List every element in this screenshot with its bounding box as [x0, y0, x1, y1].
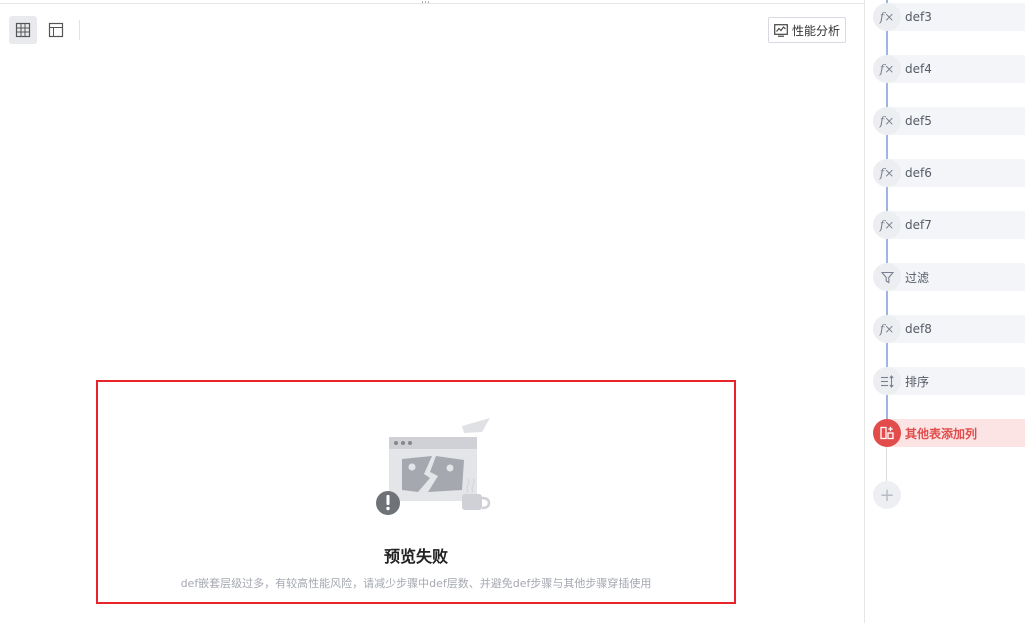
performance-analysis-button[interactable]: 性能分析	[768, 17, 846, 43]
add-column-icon	[873, 419, 901, 447]
step-filter[interactable]: 过滤	[873, 263, 1025, 291]
preview-error-title: 预览失败	[383, 547, 448, 566]
step-def3[interactable]: f× def3	[873, 3, 1025, 31]
performance-analysis-label: 性能分析	[791, 23, 840, 38]
step-sort[interactable]: 排序	[873, 367, 1025, 395]
step-def4[interactable]: f× def4	[873, 55, 1025, 83]
grid-icon	[15, 22, 31, 38]
preview-pane: ⋯ 性能分析 预览失败 def嵌套层级过多，有较高性能风险，请减少步骤中def层…	[0, 0, 864, 623]
chart-monitor-icon	[774, 23, 788, 37]
step-label: 排序	[905, 374, 930, 389]
step-label: def6	[905, 166, 932, 180]
steps-timeline-tail	[886, 446, 887, 482]
layout-icon	[48, 22, 64, 38]
preview-error-description: def嵌套层级过多，有较高性能风险，请减少步骤中def层数、并避免def步骤与其…	[180, 577, 652, 590]
step-label: def3	[905, 10, 932, 24]
fx-icon: f×	[873, 55, 901, 83]
fx-icon: f×	[873, 159, 901, 187]
fx-icon: f×	[873, 3, 901, 31]
plus-icon: +	[879, 484, 895, 506]
fx-icon: f×	[873, 107, 901, 135]
broken-image-illustration	[376, 418, 491, 515]
sort-icon	[873, 367, 901, 395]
steps-panel	[864, 0, 1035, 623]
step-def5[interactable]: f× def5	[873, 107, 1025, 135]
step-def8[interactable]: f× def8	[873, 315, 1025, 343]
step-label: 其他表添加列	[905, 426, 978, 441]
step-label: def4	[905, 62, 932, 76]
add-step-button[interactable]: +	[873, 481, 901, 509]
grid-view-button[interactable]	[9, 16, 37, 44]
step-def6[interactable]: f× def6	[873, 159, 1025, 187]
step-label: def5	[905, 114, 932, 128]
toolbar-divider	[79, 20, 80, 40]
fx-icon: f×	[873, 315, 901, 343]
step-label: def7	[905, 218, 932, 232]
top-divider	[0, 3, 864, 4]
drag-handle[interactable]: ⋯	[421, 0, 431, 8]
step-label: def8	[905, 322, 932, 336]
step-def7[interactable]: f× def7	[873, 211, 1025, 239]
step-add-column-from-other-table[interactable]: 其他表添加列	[873, 419, 1025, 447]
step-label: 过滤	[905, 270, 930, 285]
filter-icon	[873, 263, 901, 291]
fx-icon: f×	[873, 211, 901, 239]
layout-view-button[interactable]	[42, 16, 70, 44]
